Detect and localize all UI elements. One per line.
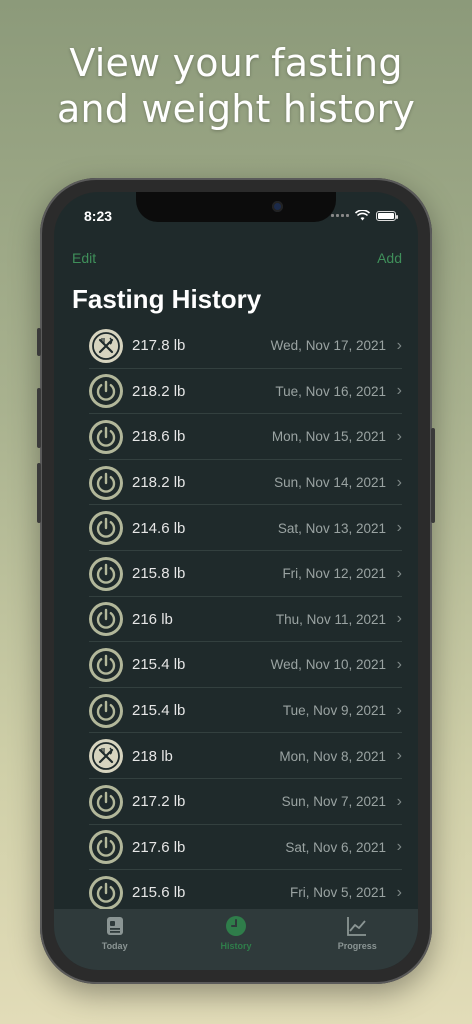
row-weight: 215.8 lb — [132, 565, 186, 583]
marketing-headline: View your fasting and weight history — [0, 40, 472, 132]
fork-knife-crossed-icon — [89, 739, 123, 774]
headline-line-2: and weight history — [56, 87, 416, 131]
row-weight: 215.4 lb — [132, 656, 186, 674]
row-weight: 218 lb — [132, 747, 173, 765]
chevron-right-icon: › — [396, 610, 402, 628]
tab-progress-label: Progress — [337, 941, 377, 951]
row-date: Wed, Nov 17, 2021 — [270, 338, 386, 354]
row-weight: 218.6 lb — [132, 428, 186, 446]
fasting-history-list: 217.8 lb Wed, Nov 17, 2021 › 218.2 lb Tue, N… — [54, 323, 418, 916]
row-date: Tue, Nov 16, 2021 — [275, 383, 386, 399]
row-weight: 217.8 lb — [132, 337, 186, 355]
history-row[interactable]: 218.6 lb Mon, Nov 15, 2021 › — [54, 414, 418, 460]
row-date: Tue, Nov 9, 2021 — [282, 703, 386, 719]
history-row[interactable]: 215.4 lb Tue, Nov 9, 2021 › — [54, 688, 418, 734]
power-icon — [89, 465, 123, 500]
fork-knife-crossed-icon — [89, 328, 123, 363]
chevron-right-icon: › — [396, 883, 402, 901]
chevron-right-icon: › — [396, 701, 402, 719]
status-time: 8:23 — [84, 208, 113, 224]
row-weight: 215.4 lb — [132, 702, 186, 720]
wifi-icon — [355, 210, 370, 221]
phone-side-button — [37, 328, 41, 356]
status-bar: 8:23 — [54, 206, 418, 226]
tab-progress[interactable]: Progress — [297, 909, 418, 970]
row-date: Fri, Nov 12, 2021 — [282, 566, 386, 582]
row-weight: 218.2 lb — [132, 474, 186, 492]
today-icon — [106, 917, 123, 935]
chevron-right-icon: › — [396, 473, 402, 491]
history-row[interactable]: 218.2 lb Tue, Nov 16, 2021 › — [54, 369, 418, 415]
progress-chart-icon — [347, 917, 367, 936]
row-weight: 216 lb — [132, 610, 173, 628]
navigation-bar: Edit Add — [54, 250, 418, 272]
history-row[interactable]: 215.8 lb Fri, Nov 12, 2021 › — [54, 551, 418, 597]
history-row[interactable]: 218.2 lb Sun, Nov 14, 2021 › — [54, 460, 418, 506]
chevron-right-icon: › — [396, 792, 402, 810]
row-date: Mon, Nov 15, 2021 — [271, 429, 386, 445]
headline-line-1: View your fasting — [69, 41, 403, 85]
power-icon — [89, 830, 123, 865]
power-icon — [89, 647, 123, 682]
power-icon — [89, 784, 123, 819]
chevron-right-icon: › — [396, 427, 402, 445]
chevron-right-icon: › — [396, 655, 402, 673]
row-weight: 214.6 lb — [132, 519, 186, 537]
row-date: Sat, Nov 13, 2021 — [277, 520, 386, 536]
power-icon — [89, 602, 123, 637]
history-row[interactable]: 216 lb Thu, Nov 11, 2021 › — [54, 597, 418, 643]
app-screen: 8:23 Edit Add Fasting History 217.8 lb We… — [54, 192, 418, 970]
history-row[interactable]: 214.6 lb Sat, Nov 13, 2021 › — [54, 505, 418, 551]
history-row[interactable]: 218 lb Mon, Nov 8, 2021 › — [54, 733, 418, 779]
battery-icon — [376, 210, 398, 221]
page-title: Fasting History — [72, 284, 262, 314]
phone-volume-up — [37, 388, 41, 448]
row-date: Sat, Nov 6, 2021 — [285, 839, 386, 855]
row-date: Wed, Nov 10, 2021 — [270, 657, 386, 673]
power-icon — [89, 556, 123, 591]
row-date: Fri, Nov 5, 2021 — [289, 885, 386, 901]
power-icon — [89, 875, 123, 910]
phone-frame: 8:23 Edit Add Fasting History 217.8 lb We… — [37, 178, 435, 984]
tab-bar: Today History Progress — [54, 909, 418, 970]
phone-volume-down — [37, 463, 41, 523]
row-weight: 217.2 lb — [132, 793, 186, 811]
power-icon — [89, 419, 123, 454]
power-icon — [89, 693, 123, 728]
row-weight: 217.6 lb — [132, 838, 186, 856]
chevron-right-icon: › — [396, 747, 402, 765]
chevron-right-icon: › — [396, 382, 402, 400]
row-weight: 215.6 lb — [132, 884, 186, 902]
tab-history-label: History — [220, 941, 252, 951]
power-icon — [89, 511, 123, 546]
row-date: Sun, Nov 14, 2021 — [274, 475, 386, 491]
history-row[interactable]: 217.8 lb Wed, Nov 17, 2021 › — [54, 323, 418, 369]
tab-today[interactable]: Today — [54, 909, 175, 970]
cellular-signal-icon — [331, 214, 349, 217]
add-button[interactable]: Add — [377, 250, 402, 266]
status-icons — [331, 210, 398, 221]
row-date: Thu, Nov 11, 2021 — [275, 611, 386, 627]
history-row[interactable]: 215.4 lb Wed, Nov 10, 2021 › — [54, 642, 418, 688]
phone-power-button — [431, 428, 435, 523]
chevron-right-icon: › — [396, 336, 402, 354]
history-clock-icon — [225, 916, 246, 936]
history-row[interactable]: 217.6 lb Sat, Nov 6, 2021 › — [54, 825, 418, 871]
chevron-right-icon: › — [396, 519, 402, 537]
row-weight: 218.2 lb — [132, 382, 186, 400]
tab-today-label: Today — [101, 941, 128, 951]
tab-history[interactable]: History — [175, 909, 296, 970]
row-date: Sun, Nov 7, 2021 — [281, 794, 386, 810]
row-date: Mon, Nov 8, 2021 — [279, 748, 386, 764]
chevron-right-icon: › — [396, 838, 402, 856]
chevron-right-icon: › — [396, 564, 402, 582]
power-icon — [89, 374, 123, 409]
history-row[interactable]: 217.2 lb Sun, Nov 7, 2021 › — [54, 779, 418, 825]
edit-button[interactable]: Edit — [72, 250, 96, 266]
